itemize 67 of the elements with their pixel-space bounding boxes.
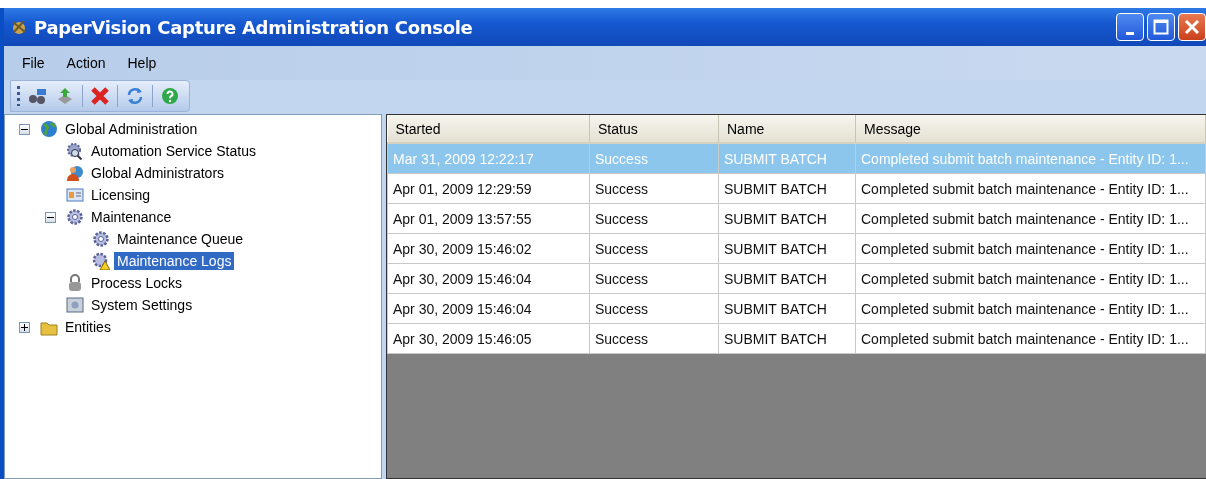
table-cell: Success xyxy=(589,143,719,174)
tree-item[interactable]: Entities xyxy=(62,318,114,336)
expand-icon[interactable] xyxy=(19,321,30,333)
table-cell: Apr 30, 2009 15:46:02 xyxy=(387,233,590,264)
maximize-button[interactable] xyxy=(1147,13,1175,41)
table-cell: SUBMIT BATCH xyxy=(718,203,856,234)
users-icon xyxy=(66,164,84,182)
close-button[interactable] xyxy=(1178,13,1206,41)
collapse-icon[interactable] xyxy=(45,211,56,223)
gear-icon xyxy=(92,230,110,248)
close-icon xyxy=(1184,19,1200,35)
menu-item[interactable]: File xyxy=(14,53,53,73)
gear-icon xyxy=(66,208,84,226)
license-card-icon xyxy=(66,186,84,204)
tree-item[interactable]: Automation Service Status xyxy=(88,142,259,160)
table-cell: Success xyxy=(589,203,719,234)
collapse-icon[interactable] xyxy=(19,123,30,135)
globe-icon xyxy=(40,120,58,138)
table-cell: Completed submit batch maintenance - Entity ID: 1... xyxy=(855,173,1206,204)
tree-item[interactable]: Maintenance Queue xyxy=(114,230,247,248)
table-cell: Mar 31, 2009 12:22:17 xyxy=(387,143,590,174)
table-cell: Completed submit batch maintenance - Entity ID: 1... xyxy=(855,233,1206,264)
delete-icon[interactable] xyxy=(89,85,111,107)
table-cell: Success xyxy=(589,293,719,324)
gear-warning-icon xyxy=(92,252,110,270)
table-cell: Apr 30, 2009 15:46:04 xyxy=(387,293,590,324)
table-cell: SUBMIT BATCH xyxy=(718,263,856,294)
table-cell: Success xyxy=(589,233,719,264)
tree-item[interactable]: Global Administration xyxy=(62,120,201,138)
menu-item[interactable]: Help xyxy=(119,53,165,73)
table-cell: Apr 01, 2009 13:57:55 xyxy=(387,203,590,234)
table-cell: Completed submit batch maintenance - Entity ID: 1... xyxy=(855,293,1206,324)
table-cell: SUBMIT BATCH xyxy=(718,233,856,264)
table-cell: SUBMIT BATCH xyxy=(718,323,856,354)
column-header[interactable]: Started xyxy=(387,115,590,143)
menu-item[interactable]: Action xyxy=(58,53,114,73)
window-title: PaperVision Capture Administration Console xyxy=(34,16,473,38)
tree-item[interactable]: Maintenance Logs xyxy=(114,252,235,270)
table-cell: Completed submit batch maintenance - Entity ID: 1... xyxy=(855,263,1206,294)
table-cell: Success xyxy=(589,323,719,354)
table-cell: Apr 01, 2009 12:29:59 xyxy=(387,173,590,204)
table-cell: Apr 30, 2009 15:46:05 xyxy=(387,323,590,354)
table-cell: SUBMIT BATCH xyxy=(718,293,856,324)
minimize-button[interactable] xyxy=(1116,13,1144,41)
table-cell: Completed submit batch maintenance - Entity ID: 1... xyxy=(855,323,1206,354)
padlock-icon xyxy=(66,274,84,292)
column-header[interactable]: Status xyxy=(589,115,719,143)
table-cell: SUBMIT BATCH xyxy=(718,173,856,204)
table-cell: Success xyxy=(589,263,719,294)
gear-magnifier-icon xyxy=(66,142,84,160)
tree-item[interactable]: System Settings xyxy=(88,296,196,314)
settings-panel-icon xyxy=(66,296,84,314)
table-cell: Completed submit batch maintenance - Entity ID: 1... xyxy=(855,203,1206,234)
tree-item[interactable]: Global Administrators xyxy=(88,164,228,182)
table-cell: Completed submit batch maintenance - Entity ID: 1... xyxy=(855,143,1206,174)
table-cell: Success xyxy=(589,173,719,204)
tree-item[interactable]: Maintenance xyxy=(88,208,175,226)
minimize-icon xyxy=(1126,31,1134,35)
column-header[interactable]: Name xyxy=(718,115,856,143)
help-icon[interactable] xyxy=(159,85,181,107)
tree-item[interactable]: Process Locks xyxy=(88,274,186,292)
column-header[interactable]: Message xyxy=(855,115,1206,143)
tree-item[interactable]: Licensing xyxy=(88,186,154,204)
maximize-icon xyxy=(1153,19,1169,35)
table-cell: Apr 30, 2009 15:46:04 xyxy=(387,263,590,294)
table-cell: SUBMIT BATCH xyxy=(718,143,856,174)
app-logo-icon xyxy=(10,18,28,36)
